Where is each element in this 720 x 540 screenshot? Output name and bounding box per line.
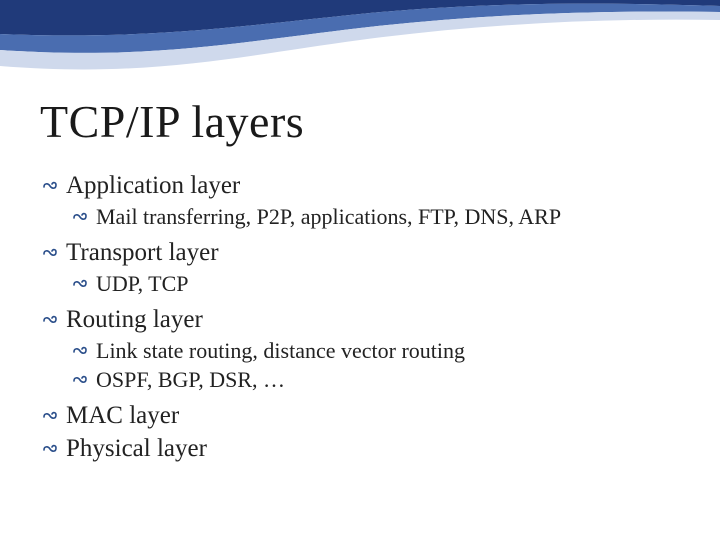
bullet-icon bbox=[42, 304, 60, 335]
bullet-icon bbox=[72, 203, 90, 231]
item-label: MAC layer bbox=[66, 402, 179, 429]
slide-content: TCP/IP layers Application layer Mail tra… bbox=[0, 0, 720, 464]
list-item: Link state routing, distance vector rout… bbox=[72, 337, 680, 365]
sub-list: Mail transferring, P2P, applications, FT… bbox=[42, 203, 680, 231]
list-item: MAC layer bbox=[42, 400, 680, 431]
list-item: OSPF, BGP, DSR, … bbox=[72, 366, 680, 394]
list-item: Physical layer bbox=[42, 433, 680, 464]
item-label: UDP, TCP bbox=[96, 271, 189, 296]
list-item: Routing layer Link state routing, distan… bbox=[42, 304, 680, 394]
bullet-icon bbox=[72, 337, 90, 365]
sub-list: UDP, TCP bbox=[42, 270, 680, 298]
item-label: Transport layer bbox=[66, 239, 219, 266]
bullet-icon bbox=[72, 270, 90, 298]
bullet-icon bbox=[72, 366, 90, 394]
slide-title: TCP/IP layers bbox=[40, 95, 680, 148]
bullet-icon bbox=[42, 237, 60, 268]
bullet-icon bbox=[42, 400, 60, 431]
bullet-list: Application layer Mail transferring, P2P… bbox=[40, 170, 680, 464]
item-label: Application layer bbox=[66, 172, 240, 199]
item-label: Link state routing, distance vector rout… bbox=[96, 338, 465, 363]
list-item: Application layer Mail transferring, P2P… bbox=[42, 170, 680, 231]
item-label: Mail transferring, P2P, applications, FT… bbox=[96, 204, 561, 229]
sub-list: Link state routing, distance vector rout… bbox=[42, 337, 680, 394]
bullet-icon bbox=[42, 433, 60, 464]
list-item: Mail transferring, P2P, applications, FT… bbox=[72, 203, 680, 231]
item-label: Routing layer bbox=[66, 306, 203, 333]
slide: TCP/IP layers Application layer Mail tra… bbox=[0, 0, 720, 540]
item-label: Physical layer bbox=[66, 435, 207, 462]
list-item: UDP, TCP bbox=[72, 270, 680, 298]
list-item: Transport layer UDP, TCP bbox=[42, 237, 680, 298]
bullet-icon bbox=[42, 170, 60, 201]
item-label: OSPF, BGP, DSR, … bbox=[96, 367, 285, 392]
